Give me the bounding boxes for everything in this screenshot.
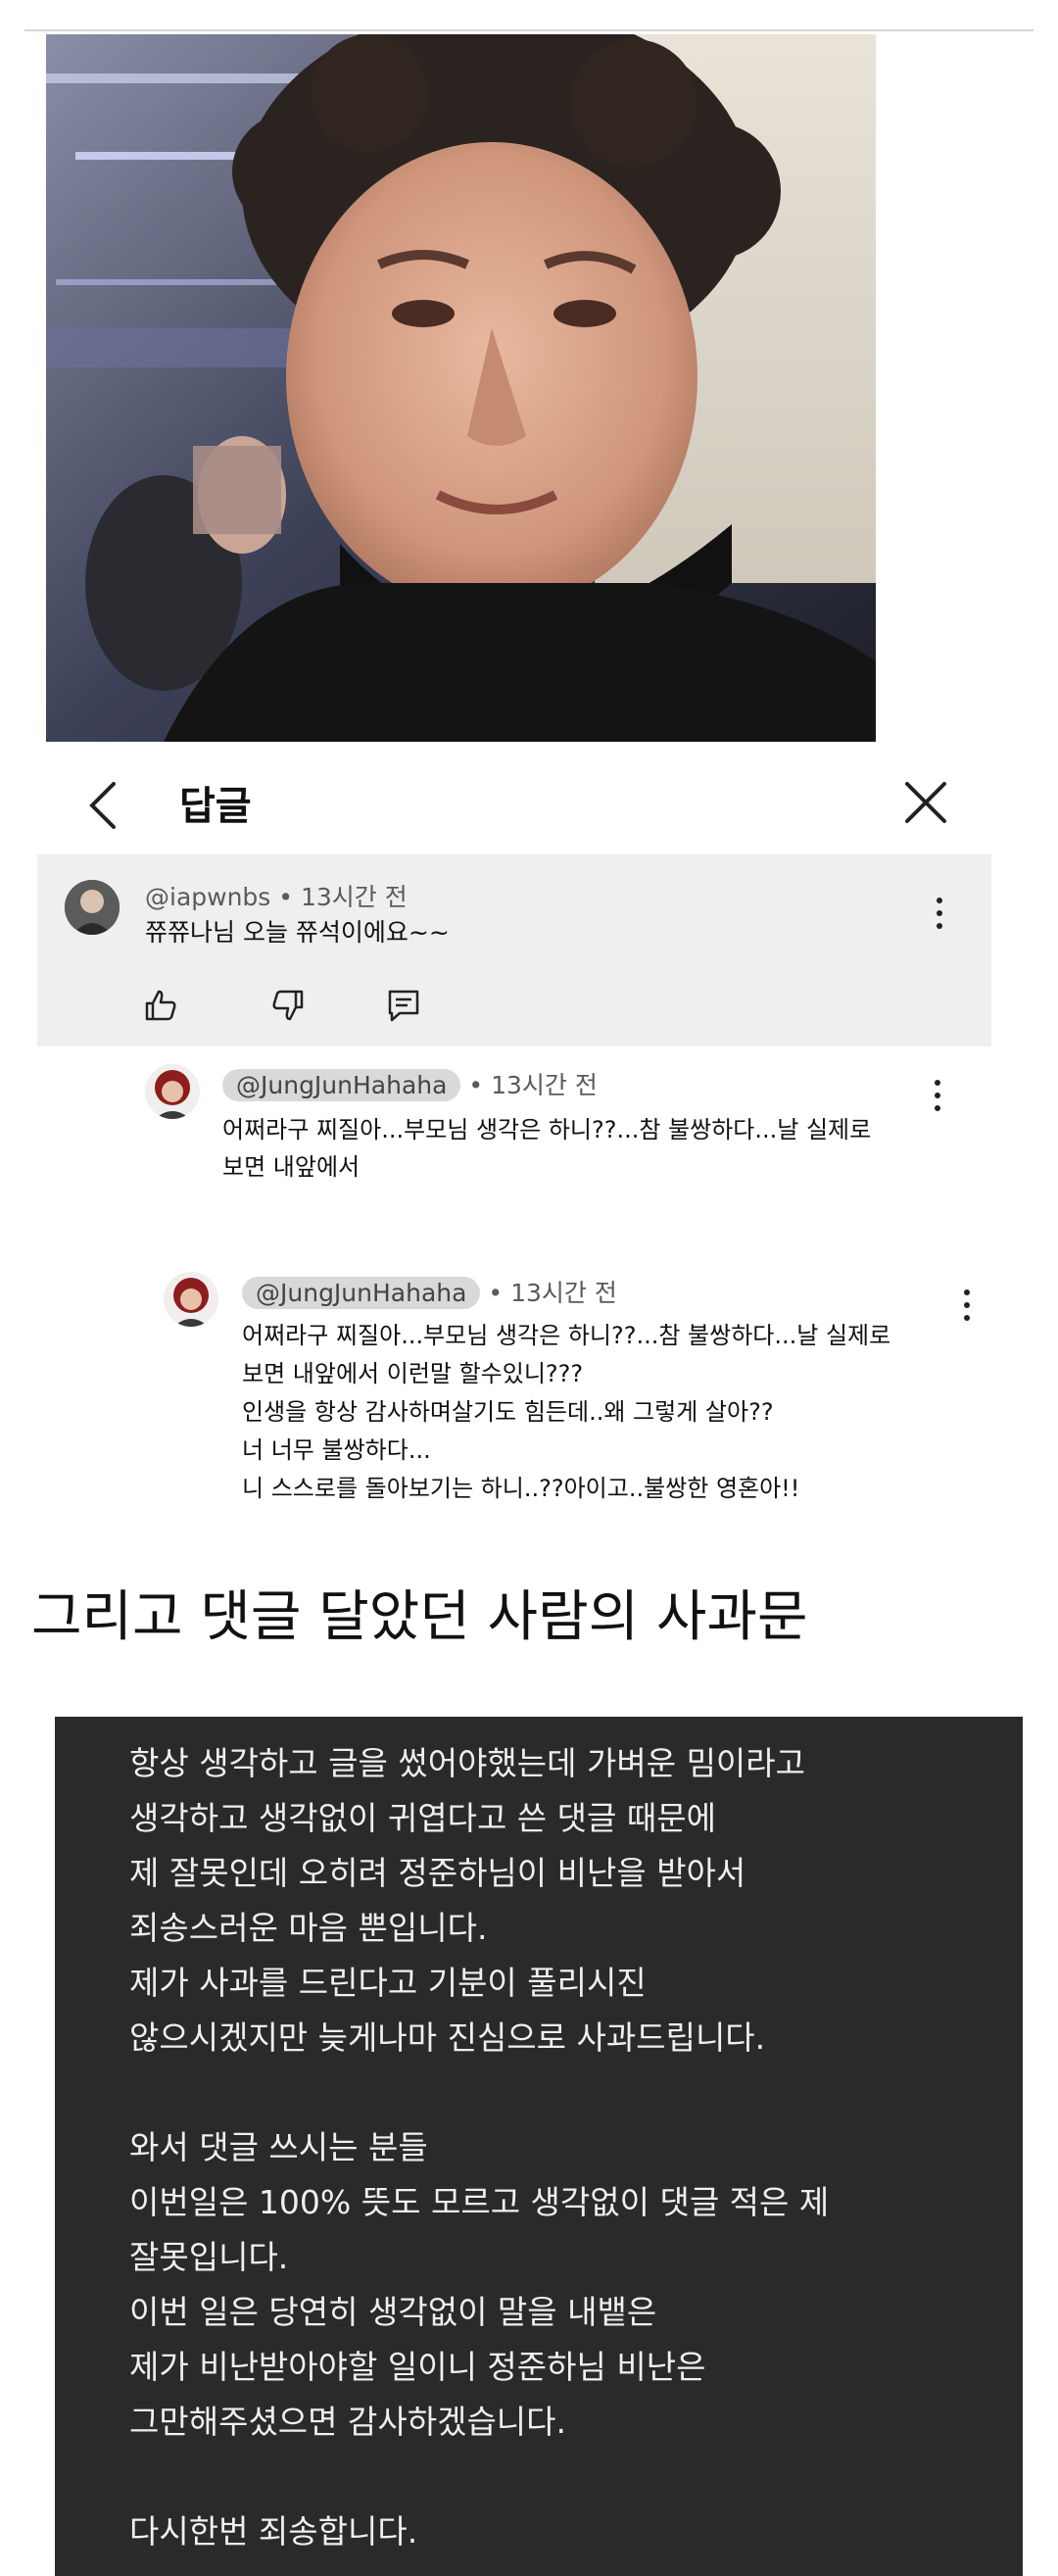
selfie-photo [46,34,876,742]
apology-line: 잘못입니다. [129,2238,289,2276]
apology-line: 그만해주셨으면 감사하겠습니다. [129,2403,567,2441]
avatar[interactable] [65,880,120,935]
apology-line: 와서 댓글 쓰시는 분들 [129,2128,428,2166]
reply-line: 어쩌라구 찌질아...부모님 생각은 하니??...참 불쌍하다...날 실제로 [242,1322,891,1349]
apology-line: 항상 생각하고 글을 썼어야했는데 가벼운 밈이라고 [129,1744,806,1782]
apology-line: 이번일은 100% 뜻도 모르고 생각없이 댓글 적은 제 [129,2183,830,2221]
reply-line: 너 너무 불쌍하다... [242,1436,431,1464]
apology-line: 죄송스러운 마음 뿐입니다. [129,1909,488,1947]
thumbs-up-icon[interactable] [141,986,180,1025]
more-vert-icon[interactable] [932,1080,943,1113]
apology-text: 항상 생각하고 글을 썼어야했는데 가벼운 밈이라고 생각하고 생각없이 귀엽다… [129,1736,991,2559]
apology-line: 생각하고 생각없이 귀엽다고 쓴 댓글 때문에 [129,1799,716,1837]
parent-comment: @iapwnbs • 13시간 전 쮸쮸나님 오늘 쮸석이에요~~ [37,854,991,1046]
thumbs-down-icon[interactable] [268,986,308,1025]
reply-line: 보면 내앞에서 이런말 할수있니??? [242,1360,584,1387]
apology-heading: 그리고 댓글 달았던 사람의 사과문 [31,1585,808,1649]
apology-line: 제 잘못인데 오히려 정준하님이 비난을 받아서 [129,1854,746,1892]
comment-meta: @iapwnbs • 13시간 전 [145,883,408,911]
reply-line: 니 스스로를 돌아보기는 하니..??아이고..불쌍한 영혼아!! [242,1475,800,1502]
reply-header: 답글 [37,754,997,852]
apology-line: 이번 일은 당연히 생각없이 말을 내뱉은 [129,2293,657,2331]
apology-line [129,2450,991,2504]
reply-line: 어쩌라구 찌질아...부모님 생각은 하니??...참 불쌍하다...날 실제로 [222,1116,872,1143]
apology-line: 제가 비난받아야할 일이니 정준하님 비난은 [129,2348,706,2386]
apology-line: 다시한번 죄송합니다. [129,2512,418,2551]
reply-time: 13시간 전 [491,1071,598,1099]
reply-handle[interactable]: @JungJunHahaha [242,1277,481,1309]
reply-handle[interactable]: @JungJunHahaha [222,1069,461,1101]
reply-line: 보면 내앞에서 [222,1153,361,1181]
comment-icon[interactable] [384,986,423,1025]
close-icon[interactable] [901,778,950,827]
reply-text: 어쩌라구 찌질아...부모님 생각은 하니??...참 불쌍하다...날 실제로… [242,1317,890,1508]
reply-meta: @JungJunHahaha • 13시간 전 [222,1066,598,1101]
apology-line: 않으시겠지만 늦게나마 진심으로 사과드립니다. [129,2018,766,2057]
more-vert-icon[interactable] [961,1289,973,1323]
reply-meta: @JungJunHahaha • 13시간 전 [242,1274,617,1309]
apology-line [129,2066,991,2120]
avatar[interactable] [164,1272,218,1327]
chevron-left-icon[interactable] [78,776,127,835]
comment-time: 13시간 전 [300,883,408,911]
reply-time: 13시간 전 [510,1279,617,1307]
top-divider [24,29,1034,31]
reply-text: 어쩌라구 찌질아...부모님 생각은 하니??...참 불쌍하다...날 실제로… [222,1111,871,1186]
reply-line: 인생을 항상 감사하며살기도 힘든데..왜 그렇게 살아?? [242,1398,774,1426]
apology-line: 제가 사과를 드린다고 기분이 풀리시진 [129,1964,647,2002]
more-vert-icon[interactable] [934,898,945,931]
reply-title: 답글 [179,784,252,829]
avatar[interactable] [145,1064,200,1119]
comment-text: 쮸쮸나님 오늘 쮸석이에요~~ [145,918,450,947]
comment-handle[interactable]: @iapwnbs [145,883,270,911]
